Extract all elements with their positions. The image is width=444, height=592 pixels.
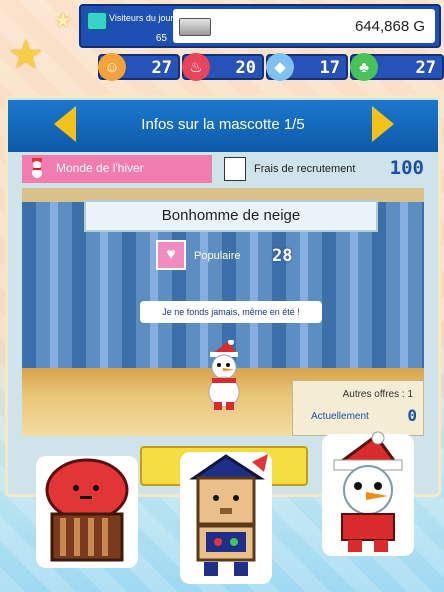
snowman-mascot: [208, 340, 240, 410]
current-value: 0: [407, 406, 417, 425]
stat-value: 27: [151, 58, 172, 78]
bear-mascot: [180, 452, 272, 584]
recruit-fee: Frais de recrutement 100: [224, 155, 424, 183]
money-bar-icon: [179, 18, 211, 36]
contract-icon: [224, 157, 246, 181]
speech-bubble: Je ne fonds jamais, même en été !: [140, 301, 322, 323]
stat-value: 27: [415, 58, 436, 78]
stat-value: 20: [235, 58, 256, 78]
visitor-icon: [87, 12, 107, 30]
money-value: 644,868 G: [354, 18, 425, 35]
offers-box: Autres offres : 1 Actuellement 0: [292, 380, 424, 436]
snowman-mascot-large: [322, 431, 414, 556]
stat-value: 17: [319, 58, 340, 78]
visitors-value: 65: [155, 33, 167, 44]
star-icon: ★: [54, 10, 72, 32]
stat-badge[interactable]: ☺ 27: [98, 53, 180, 81]
smiley-orange-icon: ☺: [98, 53, 126, 81]
stat-badge[interactable]: ♨ 20: [182, 53, 264, 81]
fee-value: 100: [389, 157, 424, 179]
stat-row: ☺ 27 ♨ 20 ◆ 17 ♣ 27: [98, 53, 444, 82]
title-bar: Infos sur la mascotte 1/5: [8, 100, 438, 152]
frog-green-icon: ♣: [350, 53, 378, 81]
red-jellyfish-mascot: [36, 456, 138, 568]
star-icon: ★: [8, 33, 44, 77]
popularity-value: 28: [272, 246, 293, 266]
fee-label: Frais de recrutement: [254, 163, 356, 175]
stat-badge[interactable]: ◆ 17: [266, 53, 348, 81]
heart-icon: ♥: [156, 240, 186, 270]
mascot-stage: Bonhomme de neige ♥ Populaire 28 Je ne f…: [22, 188, 424, 436]
current-label: Actuellement: [311, 411, 369, 422]
visitors-label: Visiteurs du jour: [109, 13, 174, 23]
visitors-panel[interactable]: Visiteurs du jour 65: [85, 9, 174, 45]
world-label: Monde de l'hiver: [56, 161, 144, 175]
popularity-label: Populaire: [194, 250, 241, 262]
world-tab: Monde de l'hiver: [22, 155, 212, 183]
droplet-blue-icon: ◆: [266, 53, 294, 81]
mascot-name: Bonhomme de neige: [84, 200, 378, 232]
next-arrow-icon[interactable]: [372, 106, 394, 142]
money-panel[interactable]: 644,868 G: [173, 9, 435, 43]
flame-red-icon: ♨: [182, 53, 210, 81]
snowman-icon: [32, 158, 42, 178]
stat-badge[interactable]: ♣ 27: [350, 53, 444, 81]
offers-label: Autres offres : 1: [342, 389, 413, 400]
top-status-bar: Visiteurs du jour 65 644,868 G: [79, 4, 441, 48]
